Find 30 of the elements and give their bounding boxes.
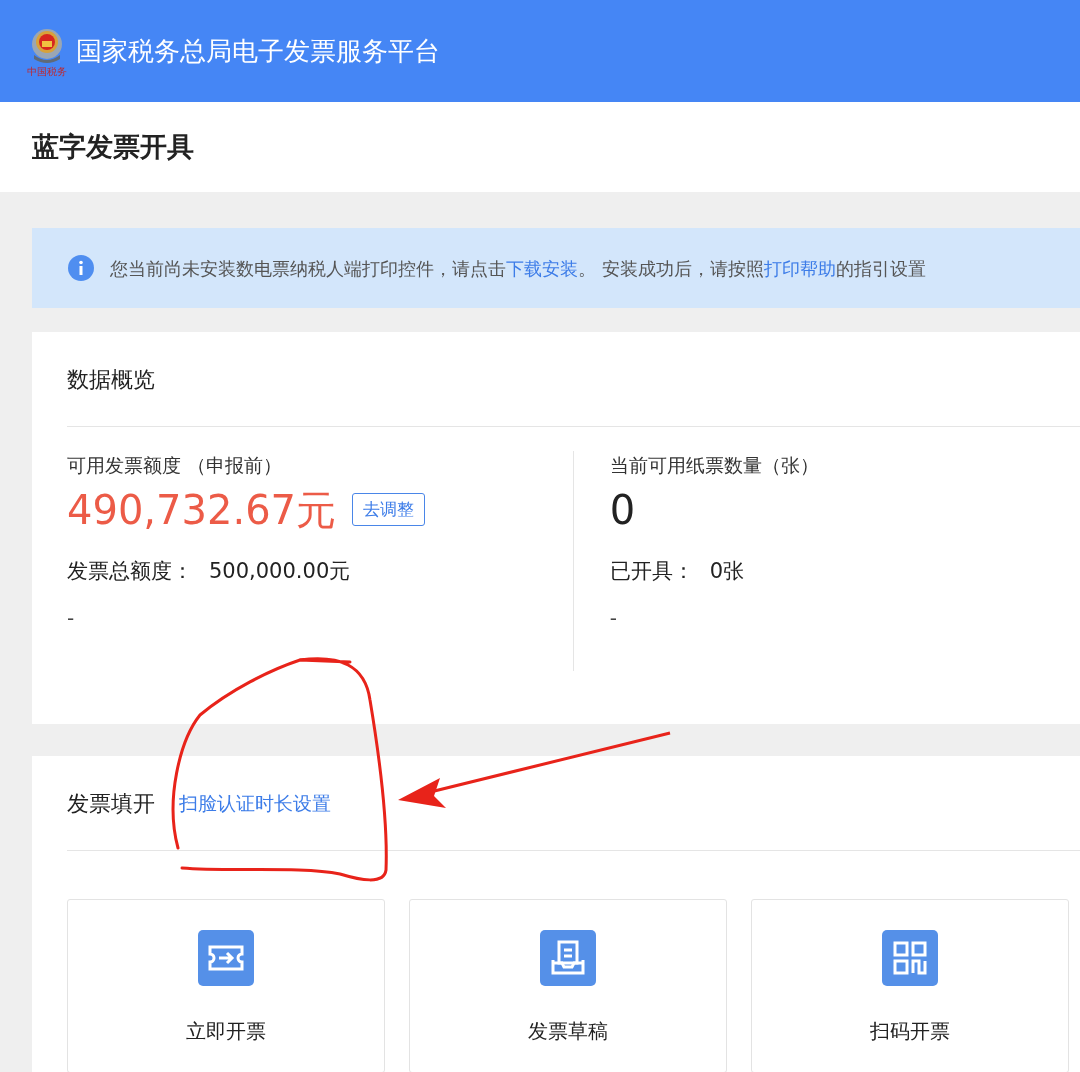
- stat-note: -: [609, 605, 618, 632]
- logo-caption: 中国税务: [27, 67, 67, 77]
- face-auth-settings-link[interactable]: 扫脸认证时长设置: [179, 788, 331, 818]
- stat-value: 0: [609, 487, 636, 532]
- tile-label: 发票草稿: [528, 1018, 608, 1045]
- section-title: 数据概览: [67, 365, 155, 394]
- stat-value: 490,732.67元: [67, 487, 337, 532]
- detail-label: 已开具：: [609, 557, 694, 585]
- stat-label: 可用发票额度 （申报前）: [67, 453, 284, 478]
- ticket-icon: [198, 930, 254, 986]
- tile-label: 扫码开票: [870, 1018, 950, 1045]
- stat-note: -: [67, 605, 76, 632]
- download-link[interactable]: 打印帮助: [763, 257, 836, 279]
- stat-label: 当前可用纸票数量（张）: [609, 453, 820, 478]
- adjust-button[interactable]: 去调整: [352, 492, 426, 527]
- page-title: 蓝字发票开具: [32, 129, 194, 164]
- detail-value: 500,000.00元: [209, 557, 351, 585]
- action-tile[interactable]: 立即开票: [67, 899, 385, 1072]
- detail-label: 发票总额度：: [67, 557, 193, 585]
- action-tile[interactable]: 发票草稿: [409, 899, 727, 1072]
- info-icon: [68, 255, 94, 281]
- qr-code-icon: [882, 930, 938, 986]
- action-tile[interactable]: 扫码开票: [751, 899, 1069, 1072]
- tile-label: 立即开票: [186, 1018, 266, 1045]
- inbox-document-icon: [540, 930, 596, 986]
- section-title: 发票填开: [67, 789, 155, 818]
- alert-message: 您当前尚未安装数电票纳税人端打印控件，请点击下载安装。 安装成功后，请按照打印帮助的指引设置: [110, 256, 926, 281]
- detail-value: 0张: [709, 557, 745, 585]
- download-link[interactable]: 下载安装: [506, 257, 578, 279]
- site-title: 国家税务总局电子发票服务平台: [76, 34, 440, 68]
